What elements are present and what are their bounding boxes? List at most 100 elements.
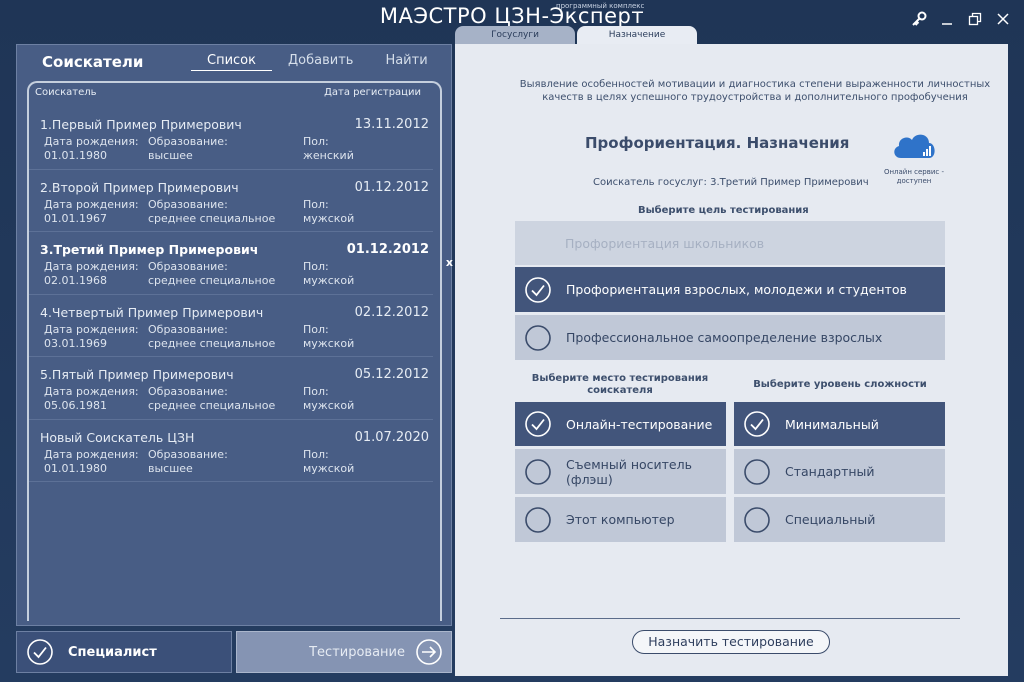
gender-label: Пол: [303,197,329,211]
restore-icon[interactable] [966,10,984,28]
gender-value: женский [303,149,354,162]
tab-assignment[interactable]: Назначение [577,26,697,44]
minimize-icon[interactable] [938,10,956,28]
cloud-signal-icon [894,134,935,158]
place-option-label: Этот компьютер [566,512,675,527]
list-item[interactable]: 2.Второй Пример Примерович 01.12.2012 Да… [29,170,433,232]
birth-value: 03.01.1969 [44,336,107,350]
place-option-label: Онлайн-тестирование [566,416,713,432]
birth-value: 01.01.1980 [44,461,107,475]
check-circle-icon [525,411,551,437]
page-title: Профориентация. Назначения [585,134,850,152]
specialist-button[interactable]: Специалист [16,631,232,673]
gender-label: Пол: [303,135,329,148]
education-value: среднее специальное [148,274,276,287]
tab-find[interactable]: Найти [369,51,443,71]
seekers-list-columns: Соискатель Дата регистрации [35,87,421,98]
place-option-flash[interactable]: Съемный носитель (флэш) [515,449,726,494]
birth-label: Дата рождения: [44,135,139,148]
goal-option-adults[interactable]: Профориентация взрослых, молодежи и студ… [515,267,945,312]
education-value: среднее специальное [148,399,276,412]
gender-value: мужской [303,336,355,350]
radio-circle-icon [744,506,770,533]
level-title: Выберите уровень сложности [753,379,927,390]
column-seeker: Соискатель [35,87,97,98]
app-subtitle: программный комплекс [556,2,645,10]
education-label: Образование: [148,447,228,461]
education-value: высшее [148,149,193,162]
gender-label: Пол: [303,260,329,273]
radio-circle-icon [525,458,551,485]
gender-value: мужской [303,211,355,225]
list-item[interactable]: Новый Соискатель ЦЗН 01.07.2020 Дата рож… [29,420,433,482]
birth-value: 01.01.1980 [44,149,107,162]
education-value: среднее специальное [148,211,276,225]
seeker-name: 5.Пятый Пример Примерович [40,367,234,382]
gender-label: Пол: [303,322,329,336]
radio-circle-icon [525,506,551,533]
row-close-icon[interactable]: x [446,256,453,269]
education-label: Образование: [148,385,228,398]
goal-option-label: Профориентация школьников [565,235,765,251]
seeker-reg-date: 01.07.2020 [354,429,429,445]
gender-value: мужской [303,461,355,475]
divider [500,618,960,619]
place-option-online[interactable]: Онлайн-тестирование [515,402,726,446]
goal-title: Выберите цель тестирования [638,205,809,216]
education-label: Образование: [148,322,228,336]
birth-label: Дата рождения: [44,260,139,273]
testing-label: Тестирование [309,644,405,660]
list-item[interactable]: 1.Первый Пример Примерович 13.11.2012 Да… [29,107,433,170]
education-label: Образование: [148,197,228,211]
seeker-name: 3.Третий Пример Примерович [40,242,259,257]
key-icon[interactable] [910,10,928,28]
goal-option-label: Профориентация взрослых, молодежи и студ… [566,282,907,297]
tab-list[interactable]: Список [191,51,272,71]
level-option-special[interactable]: Специальный [734,497,945,542]
gender-label: Пол: [303,385,329,398]
level-option-label: Специальный [785,512,876,527]
tab-add[interactable]: Добавить [272,51,369,71]
selected-seeker: Соискатель госуслуг: 3.Третий Пример При… [593,177,869,188]
seeker-reg-date: 01.12.2012 [346,242,429,257]
level-option-standard[interactable]: Стандартный [734,449,945,494]
testing-button[interactable]: Тестирование [236,631,452,673]
radio-circle-icon [525,324,551,351]
birth-label: Дата рождения: [44,447,139,461]
assignment-tabs: Госуслуги Назначение [455,26,699,46]
seeker-reg-date: 13.11.2012 [354,117,429,132]
close-icon[interactable] [994,10,1012,28]
education-value: среднее специальное [148,336,276,350]
birth-value: 01.01.1967 [44,211,107,225]
bottom-actions: Специалист Тестирование [16,631,452,675]
seekers-panel: Соискатели Список Добавить Найти Соискат… [16,44,453,626]
seeker-name: 1.Первый Пример Примерович [40,117,242,132]
birth-label: Дата рождения: [44,197,139,211]
seeker-reg-date: 05.12.2012 [354,367,429,382]
place-option-label: Съемный носитель (флэш) [566,456,692,487]
seeker-name: Новый Соискатель ЦЗН [40,429,195,445]
education-label: Образование: [148,135,228,148]
place-option-this-computer[interactable]: Этот компьютер [515,497,726,542]
goal-option-self-determination[interactable]: Профессиональное самоопределение взрослы… [515,315,945,360]
assign-testing-button[interactable]: Назначить тестирование [632,630,830,654]
seeker-reg-date: 02.12.2012 [354,304,429,320]
level-option-minimal[interactable]: Минимальный [734,402,945,446]
radio-circle-icon [744,458,770,485]
birth-value: 05.06.1981 [44,399,107,412]
goal-option-schoolchildren[interactable]: Профориентация школьников [515,221,945,265]
seeker-name: 4.Четвертый Пример Примерович [40,304,264,320]
birth-label: Дата рождения: [44,322,139,336]
check-circle-icon [27,639,53,665]
online-service-text: Онлайн сервис - доступен [883,168,945,185]
check-circle-icon [525,276,551,303]
list-item[interactable]: 4.Четвертый Пример Примерович 02.12.2012… [29,295,433,357]
app-title: МАЭСТРО ЦЗН-Эксперт [379,4,645,28]
list-item[interactable]: 5.Пятый Пример Примерович 05.12.2012 Дат… [29,357,433,420]
tab-gosuslugi[interactable]: Госуслуги [455,26,575,44]
birth-label: Дата рождения: [44,385,139,398]
seeker-reg-date: 01.12.2012 [354,179,429,195]
test-description: Выявление особенностей мотивации и диагн… [519,79,991,103]
check-circle-icon [744,411,770,437]
list-item-selected[interactable]: 3.Третий Пример Примерович 01.12.2012 Да… [29,232,453,295]
